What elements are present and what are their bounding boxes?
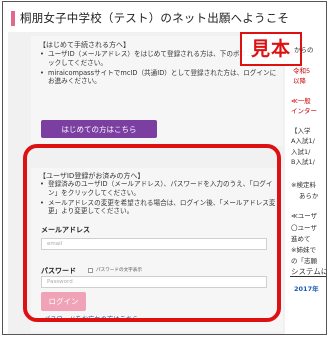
- browser-frame: 桐朋女子中学校（テスト）のネット出願へようこそ 【はじめて手続される方へ】 ユー…: [2, 1, 327, 335]
- sidebar-fragment: あらか: [299, 192, 319, 200]
- sidebar-fragment: B入試1/: [291, 158, 315, 166]
- right-sidebar: からの 令和5 以降 ≪一般 インター 【入学 A入試1/ 入試1/ B入試1/…: [290, 32, 326, 334]
- sidebar-divider: [290, 276, 326, 277]
- sidebar-fragment: からの: [294, 46, 314, 54]
- page-header: 桐朋女子中学校（テスト）のネット出願へようこそ: [3, 2, 326, 32]
- sidebar-fragment: の「志願: [291, 257, 317, 265]
- sidebar-fragment: 〇ユーザ: [291, 224, 317, 232]
- sidebar-fragment: A入試1/: [291, 137, 315, 145]
- sidebar-fragment: インター: [291, 107, 317, 115]
- page-title: 桐朋女子中学校（テスト）のネット出願へようこそ: [20, 11, 290, 25]
- sidebar-fragment: 【入学: [291, 127, 311, 135]
- sidebar-fragment: 以降: [293, 77, 306, 85]
- header-accent-bar: [11, 11, 15, 26]
- sidebar-fragment: ※検定料: [291, 181, 316, 189]
- sidebar-fragment: ≪ユーザ: [291, 212, 318, 220]
- sidebar-fragment: 入試1/: [291, 148, 311, 156]
- first-time-bullet: miraicompassサイトでmcID（共通ID）として登録された方は、ログイ…: [39, 69, 279, 87]
- sidebar-fragment[interactable]: 令和5: [293, 65, 310, 75]
- sidebar-fragment: 進めて: [291, 235, 311, 243]
- sidebar-fragment[interactable]: 2017年: [294, 283, 319, 293]
- sidebar-fragment: ≪一般: [291, 97, 311, 105]
- highlight-ring: [23, 144, 281, 322]
- first-time-button[interactable]: はじめての方はこちら: [41, 120, 157, 138]
- sidebar-fragment: ※姉妹で: [291, 246, 316, 254]
- first-time-heading: 【はじめて手続される方へ】: [39, 41, 130, 49]
